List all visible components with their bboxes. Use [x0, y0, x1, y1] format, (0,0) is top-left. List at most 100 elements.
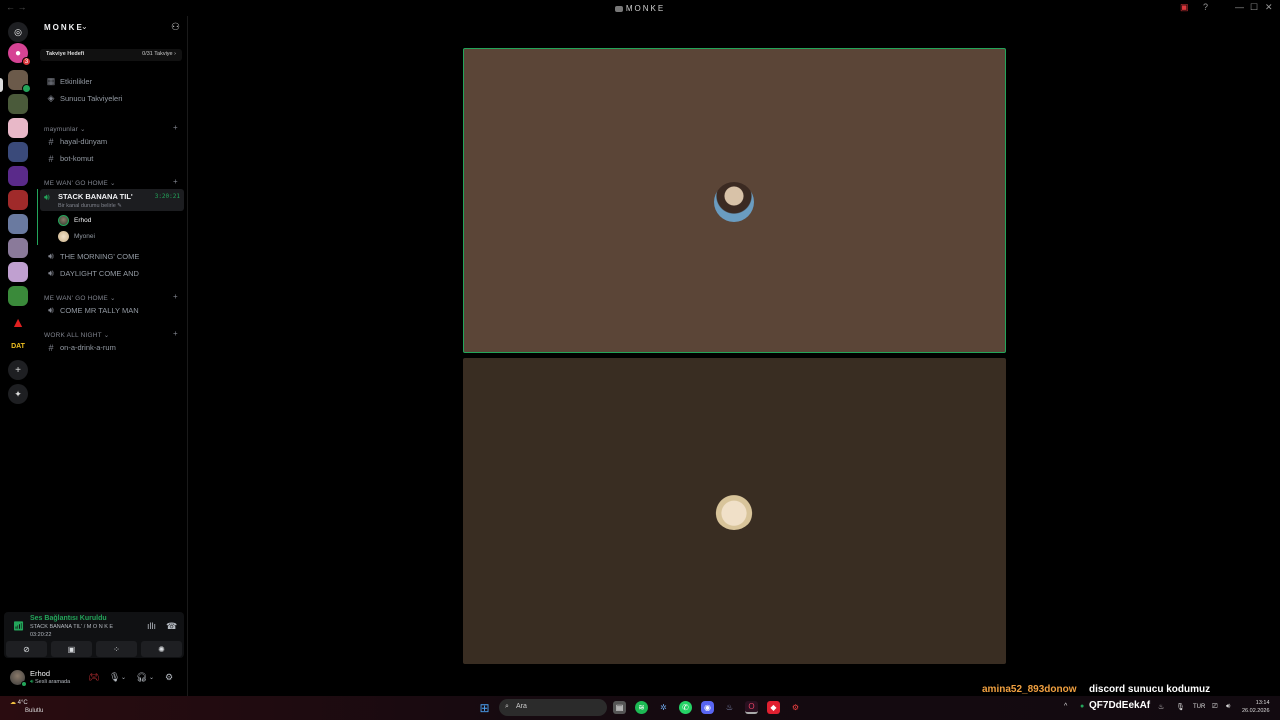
invite-icon[interactable]: ⚇ [171, 22, 180, 33]
screen-share-icon: ▣ [67, 644, 76, 654]
server-icon-4[interactable] [8, 142, 28, 162]
tray-overflow-icon[interactable]: ^ [1064, 703, 1067, 710]
inbox-icon[interactable]: ▣ [1180, 2, 1189, 13]
chevron-down-icon[interactable]: ⌄ [149, 674, 154, 681]
microphone-icon[interactable]: 🎙︎ [109, 672, 120, 683]
hash-icon: # [48, 136, 54, 147]
server-icon-2[interactable] [8, 94, 28, 114]
voice-channel-path[interactable]: STACK BANANA TIL' / M O N K E [30, 624, 113, 630]
server-icon-7[interactable] [8, 214, 28, 234]
add-channel-icon[interactable]: + [173, 329, 178, 338]
channel-status-prompt[interactable]: Bir kanal durumu belirle ✎ [58, 203, 122, 209]
activities-button[interactable]: ⁘ [96, 641, 137, 657]
steam-icon[interactable]: ♨ [723, 701, 736, 714]
camera-off-icon: ⊘ [23, 644, 30, 654]
window-title: MONKE [0, 4, 1280, 13]
opera-gx-icon[interactable]: O [745, 701, 758, 714]
hash-icon: # [48, 342, 54, 353]
server-monke-icon[interactable] [8, 70, 31, 93]
disconnect-icon[interactable]: ☎ [166, 621, 177, 632]
help-icon[interactable]: ? [1203, 2, 1208, 12]
start-menu-icon[interactable]: ⊞ [478, 701, 491, 715]
whatsapp-icon[interactable]: ✆ [679, 701, 692, 714]
language-indicator[interactable]: TUR [1193, 704, 1205, 710]
tray-steam-icon[interactable]: ♨ [1158, 703, 1164, 711]
speaker-icon: 🔊︎ [48, 305, 54, 315]
username[interactable]: Erhod [30, 669, 50, 678]
game-controller-icon[interactable]: 🎮︎ [88, 672, 99, 683]
weather-widget[interactable]: ☁ 4°C Bulutlu [10, 699, 43, 715]
category-maymunlar[interactable]: maymunlar ⌄ [44, 125, 86, 133]
participant-avatar-myonei [714, 490, 754, 530]
category-me-wan-go-home[interactable]: ME WAN' GO HOME ⌄ [44, 179, 116, 187]
channel-hayal-dunyam[interactable]: # hayal-dünyam [40, 134, 184, 149]
selected-server-pill [0, 78, 3, 92]
discord-icon[interactable]: ◉ [701, 701, 714, 714]
add-server-icon[interactable]: + [8, 360, 28, 380]
chevron-down-icon[interactable]: ⌄ [81, 22, 88, 31]
app-icon[interactable]: ✲ [657, 701, 670, 714]
channel-on-a-drink-a-rum[interactable]: # on-a-drink-a-rum [40, 340, 184, 355]
signal-icon[interactable]: 📶︎ [13, 621, 24, 632]
hash-icon: # [48, 153, 54, 164]
server-icon-5[interactable] [8, 166, 28, 186]
discord-home-icon[interactable]: ◎ [8, 22, 28, 42]
app-red-icon[interactable]: ◆ [767, 701, 780, 714]
add-channel-icon[interactable]: + [173, 123, 178, 132]
soundboard-icon: ✺ [158, 644, 165, 654]
file-explorer-icon[interactable]: ▤ [613, 701, 626, 714]
voice-channel-morning[interactable]: 🔊︎ THE MORNING' COME [40, 249, 184, 264]
taskbar-clock[interactable]: 13:14 26.02.2026 [1242, 699, 1270, 715]
server-icon-9[interactable] [8, 262, 28, 282]
voice-status[interactable]: Ses Bağlantısı Kuruldu [30, 615, 107, 622]
minimize-button[interactable]: — [1235, 2, 1244, 12]
windows-taskbar: ☁ 4°C Bulutlu ⊞ ⌕ Ara ▤ ≋ ✲ ✆ ◉ ♨ O ◆ ⚙ … [0, 696, 1280, 720]
active-voice-channel[interactable]: 🔊︎ STACK BANANA TIL' Bir kanal durumu be… [40, 189, 184, 211]
boost-goal-bar[interactable]: Takviye Hedefi 0/31 Takviye › [40, 49, 182, 61]
voice-user-erhod[interactable]: Erhod [58, 215, 91, 226]
headphones-icon[interactable]: 🎧︎ [136, 672, 147, 683]
tray-discord-status-icon[interactable]: ● [1080, 703, 1084, 710]
app-gear-icon[interactable]: ⚙ [789, 701, 802, 714]
speaker-icon: 🔊︎ [48, 268, 54, 278]
speaker-icon: 🔊︎ [44, 192, 50, 202]
close-button[interactable]: ✕ [1265, 2, 1273, 13]
server-icon-8[interactable] [8, 238, 28, 258]
network-icon[interactable]: ⎚ [1212, 703, 1218, 711]
gear-icon[interactable]: ⚙ [165, 672, 173, 683]
channel-bot-komut[interactable]: # bot-komut [40, 151, 184, 166]
server-icon-11[interactable]: ▲ [8, 312, 28, 332]
maximize-button[interactable]: ☐ [1250, 2, 1258, 13]
tray-mic-icon[interactable]: 🎙︎ [1176, 703, 1185, 711]
direct-messages-icon[interactable]: ● 3 [8, 43, 31, 66]
voice-channel-daylight[interactable]: 🔊︎ DAYLIGHT COME AND [40, 266, 184, 281]
active-channel-name: STACK BANANA TIL' [58, 192, 133, 201]
voice-action-buttons: ⊘ ▣ ⁘ ✺ [6, 641, 182, 657]
cloud-icon: ☁ [10, 700, 16, 706]
category-work-all-night[interactable]: WORK ALL NIGHT ⌄ [44, 331, 109, 339]
taskbar-search[interactable]: ⌕ Ara [499, 699, 607, 716]
screen-share-button[interactable]: ▣ [51, 641, 92, 657]
menu-server-boosts[interactable]: ◈ Sunucu Takviyeleri [40, 91, 184, 106]
server-rail: ◎ ● 3 ▲ DAT + ✦ [0, 16, 36, 696]
noise-suppression-icon[interactable]: ıllı [147, 621, 156, 631]
server-icon [614, 5, 623, 12]
spotify-icon[interactable]: ≋ [635, 701, 648, 714]
camera-off-button[interactable]: ⊘ [6, 641, 47, 657]
server-icon-3[interactable] [8, 118, 28, 138]
add-channel-icon[interactable]: + [173, 177, 178, 186]
server-icon-12[interactable]: DAT [8, 336, 28, 356]
category-me-wan-go-home-2[interactable]: ME WAN' GO HOME ⌄ [44, 294, 116, 302]
server-name[interactable]: MONKE [44, 23, 84, 32]
soundboard-button[interactable]: ✺ [141, 641, 182, 657]
volume-icon[interactable]: 🔊︎ [1226, 703, 1230, 711]
server-icon-10[interactable] [8, 286, 28, 306]
voice-user-myonei[interactable]: Myonei [58, 231, 95, 242]
voice-channel-tally-man[interactable]: 🔊︎ COME MR TALLY MAN [40, 303, 184, 318]
add-channel-icon[interactable]: + [173, 292, 178, 301]
server-icon-6[interactable] [8, 190, 28, 210]
menu-events[interactable]: ▦ Etkinlikler [40, 74, 184, 89]
chevron-down-icon[interactable]: ⌄ [121, 674, 126, 681]
explore-icon[interactable]: ✦ [8, 384, 28, 404]
voice-time: 03:20:22 [30, 632, 52, 638]
